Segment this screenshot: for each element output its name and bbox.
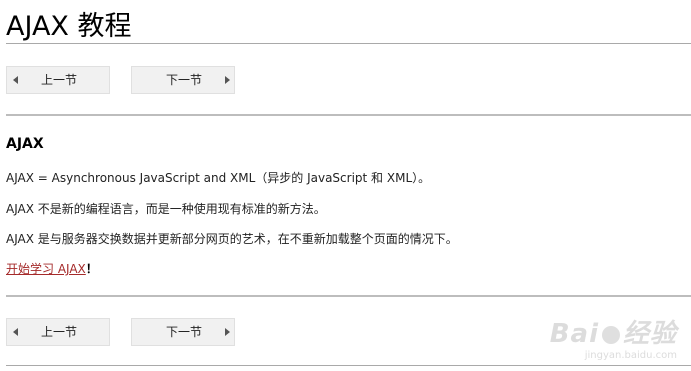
- watermark-logo: Bai 经验: [550, 313, 677, 350]
- baidu-jingyan-watermark: Bai 经验 jingyan.baidu.com: [550, 313, 677, 361]
- section-heading: AJAX: [6, 136, 44, 152]
- exclamation-mark: ！: [85, 262, 98, 276]
- next-section-label: 下一节: [166, 325, 203, 339]
- footer-divider: [6, 365, 691, 366]
- description-paragraph: AJAX 是与服务器交换数据并更新部分网页的艺术，在不重新加载整个页面的情况下。: [6, 232, 458, 246]
- paw-icon: [601, 325, 620, 344]
- watermark-url: jingyan.baidu.com: [584, 350, 677, 361]
- definition-paragraph: AJAX 不是新的编程语言，而是一种使用现有标准的新方法。: [6, 202, 326, 216]
- chevron-right-icon: [225, 76, 230, 84]
- prev-section-label: 上一节: [41, 73, 78, 87]
- watermark-logo-cn: 经验: [622, 319, 677, 349]
- prev-section-button-top[interactable]: 上一节: [6, 66, 110, 94]
- section-divider-top: [6, 114, 691, 116]
- next-section-button-top[interactable]: 下一节: [131, 66, 235, 94]
- prev-section-label: 上一节: [41, 325, 78, 339]
- chevron-right-icon: [225, 328, 230, 336]
- next-section-label: 下一节: [166, 73, 203, 87]
- page-title: AJAX 教程: [6, 11, 132, 42]
- intro-paragraph: AJAX = Asynchronous JavaScript and XML（异…: [6, 171, 431, 185]
- section-divider-bottom: [6, 295, 691, 297]
- start-learning-line: 开始学习 AJAX！: [6, 260, 98, 277]
- prev-section-button-bottom[interactable]: 上一节: [6, 318, 110, 346]
- title-divider: [6, 43, 691, 44]
- chevron-left-icon: [13, 76, 18, 84]
- next-section-button-bottom[interactable]: 下一节: [131, 318, 235, 346]
- start-learning-link[interactable]: 开始学习 AJAX: [6, 262, 86, 276]
- watermark-logo-text: Bai: [549, 319, 599, 349]
- chevron-left-icon: [13, 328, 18, 336]
